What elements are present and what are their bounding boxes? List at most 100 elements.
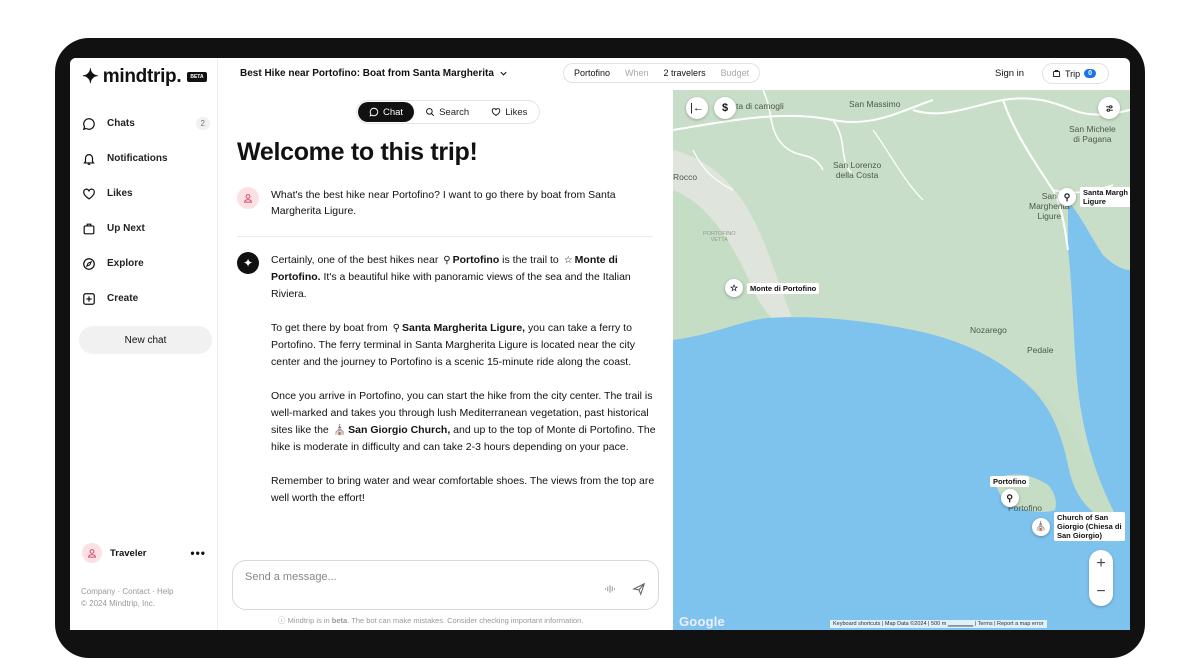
- user-message: What's the best hike near Portofino? I w…: [237, 187, 653, 219]
- sidebar-item-label: Likes: [107, 188, 133, 199]
- trip-title: Best Hike near Portofino: Boat from Sant…: [240, 68, 494, 79]
- logo[interactable]: ✦ mindtrip. BETA: [82, 64, 207, 89]
- footer: Company · Contact · Help © 2024 Mindtrip…: [81, 586, 173, 610]
- map-pin-santa-margherita[interactable]: ⚲ Santa Margh Ligure: [1058, 187, 1130, 207]
- message-composer: [232, 560, 659, 610]
- welcome-heading: Welcome to this trip!: [237, 138, 478, 166]
- app-window: ✦ mindtrip. BETA Chats 2 Notifications L…: [70, 58, 1130, 630]
- zoom-in-button[interactable]: +: [1096, 555, 1105, 573]
- paragraph: Once you arrive in Portofino, you can st…: [271, 388, 656, 456]
- disclaimer-beta: beta: [331, 616, 348, 625]
- star-icon: ☆: [725, 279, 743, 297]
- trip-label: Trip: [1065, 68, 1081, 79]
- church-icon: ⛪: [1032, 517, 1050, 536]
- map-pin-monte-di-portofino[interactable]: ☆ Monte di Portofino: [725, 279, 820, 297]
- plus-square-icon: [83, 292, 95, 305]
- place-link-portofino[interactable]: Portofino: [453, 254, 500, 266]
- sidebar-item-create[interactable]: Create: [82, 281, 210, 316]
- tab-chat[interactable]: Chat: [358, 102, 415, 122]
- tab-search[interactable]: Search: [414, 102, 480, 122]
- map-label-nozarego: Nozarego: [970, 325, 1007, 335]
- divider: [237, 236, 653, 237]
- pin-icon: ⚲: [1058, 188, 1076, 206]
- chat-panel: Chat Search Likes Welcome to this trip! …: [218, 90, 673, 630]
- pin-icon: ⚲: [392, 323, 400, 334]
- beta-badge: BETA: [187, 71, 207, 82]
- map-label-rocco: Rocco: [673, 172, 698, 182]
- text: and up to the top of Monte di Portofino.…: [271, 424, 656, 453]
- sidebar-item-likes[interactable]: Likes: [82, 176, 210, 211]
- destination-field[interactable]: Portofino: [574, 68, 610, 78]
- new-chat-button[interactable]: New chat: [79, 326, 212, 354]
- avatar: [82, 543, 102, 563]
- sidebar-item-label: Create: [107, 293, 139, 304]
- footer-links[interactable]: Company · Contact · Help: [81, 586, 173, 598]
- place-link-santa-margherita[interactable]: Santa Margherita Ligure,: [402, 322, 525, 334]
- more-options-icon[interactable]: •••: [190, 546, 206, 560]
- map-view[interactable]: |← $ ta di camogli San Massimo San Miche…: [673, 90, 1130, 630]
- sidebar: ✦ mindtrip. BETA Chats 2 Notifications L…: [70, 58, 218, 630]
- message-input[interactable]: [245, 571, 565, 583]
- sparkle-icon: ✦: [237, 252, 259, 274]
- user-profile[interactable]: Traveler •••: [82, 543, 206, 563]
- send-icon[interactable]: [632, 582, 646, 596]
- paragraph: To get there by boat from ⚲ Santa Margher…: [271, 320, 656, 371]
- sidebar-item-chats[interactable]: Chats 2: [82, 106, 210, 141]
- when-field[interactable]: When: [625, 68, 649, 78]
- assistant-message: ✦ Certainly, one of the best hikes near …: [237, 252, 657, 524]
- pin-icon: ⚲: [443, 255, 451, 266]
- chevron-down-icon: [500, 71, 507, 76]
- user-name: Traveler: [110, 547, 147, 559]
- map-pin-portofino[interactable]: Portofino ⚲: [990, 476, 1030, 507]
- map-base: [673, 90, 1130, 630]
- map-label-camogli: ta di camogli: [736, 101, 784, 111]
- sidebar-item-notifications[interactable]: Notifications: [82, 141, 210, 176]
- place-link-san-giorgio[interactable]: San Giorgio Church,: [348, 424, 450, 436]
- sign-in-link[interactable]: Sign in: [995, 68, 1024, 79]
- sidebar-item-up-next[interactable]: Up Next: [82, 211, 210, 246]
- budget-field[interactable]: Budget: [721, 68, 750, 78]
- text: Certainly, one of the best hikes near: [271, 254, 439, 266]
- sidebar-item-label: Notifications: [107, 153, 168, 164]
- search-icon: [426, 108, 435, 117]
- user-message-text: What's the best hike near Portofino? I w…: [271, 189, 616, 217]
- collapse-map-button[interactable]: |←: [686, 97, 708, 119]
- church-icon: ⛪: [333, 425, 347, 436]
- sparkle-icon: ✦: [82, 66, 99, 88]
- suitcase-icon: [83, 223, 95, 234]
- map-pin-church-san-giorgio[interactable]: ⛪ Church of San Giorgio (Chiesa di San G…: [1032, 512, 1125, 541]
- text: It's a beautiful hike with panoramic vie…: [271, 271, 631, 300]
- user-icon: [88, 549, 96, 558]
- sidebar-item-label: Up Next: [107, 223, 145, 234]
- disclaimer-text: ⓘ Mindtrip is in: [278, 616, 330, 625]
- pin-label: Santa Margh Ligure: [1080, 187, 1130, 207]
- logo-text: mindtrip.: [102, 65, 182, 87]
- trip-button[interactable]: Trip 0: [1042, 63, 1109, 84]
- star-icon: ☆: [563, 255, 573, 266]
- sidebar-item-label: Chats: [107, 118, 135, 129]
- trip-title-dropdown[interactable]: Best Hike near Portofino: Boat from Sant…: [240, 68, 508, 79]
- user-icon: [244, 194, 252, 203]
- travelers-field[interactable]: 2 travelers: [664, 68, 706, 78]
- disclaimer: ⓘ Mindtrip is in beta. The bot can make …: [278, 615, 583, 626]
- sidebar-item-explore[interactable]: Explore: [82, 246, 210, 281]
- map-filter-icon[interactable]: [1098, 97, 1120, 119]
- avatar: [237, 187, 259, 209]
- top-bar: Best Hike near Portofino: Boat from Sant…: [218, 58, 1130, 90]
- tab-label: Likes: [505, 106, 528, 118]
- pin-label: Monte di Portofino: [747, 282, 820, 294]
- price-toggle-button[interactable]: $: [714, 97, 736, 119]
- zoom-out-button[interactable]: −: [1096, 583, 1105, 601]
- tab-likes[interactable]: Likes: [480, 102, 538, 122]
- chat-bubble-icon: [369, 107, 379, 117]
- trip-count-badge: 0: [1084, 69, 1097, 78]
- sliders-icon: [1105, 104, 1113, 112]
- trip-details-pill[interactable]: Portofino When 2 travelers Budget: [563, 63, 761, 83]
- map-label-san-massimo: San Massimo: [849, 99, 901, 109]
- voice-icon[interactable]: [604, 583, 616, 595]
- paragraph: Certainly, one of the best hikes near ⚲ P…: [271, 252, 656, 303]
- tab-label: Chat: [383, 106, 404, 118]
- map-attribution[interactable]: Keyboard shortcuts | Map Data ©2024 | 50…: [830, 620, 1047, 628]
- chats-count-badge: 2: [195, 117, 210, 130]
- pin-icon: ⚲: [1000, 489, 1019, 507]
